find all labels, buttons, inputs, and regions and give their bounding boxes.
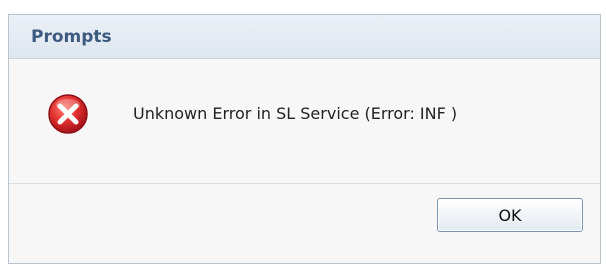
error-icon: [47, 93, 89, 135]
dialog-titlebar: Prompts: [9, 15, 600, 59]
error-message: Unknown Error in SL Service (Error: INF …: [133, 104, 458, 123]
dialog-body: Unknown Error in SL Service (Error: INF …: [9, 59, 600, 184]
prompts-dialog: Prompts Unknown Error in SL Service (Err…: [8, 14, 601, 264]
dialog-title: Prompts: [31, 26, 112, 47]
ok-button[interactable]: OK: [437, 198, 583, 232]
dialog-footer: OK: [9, 184, 600, 264]
